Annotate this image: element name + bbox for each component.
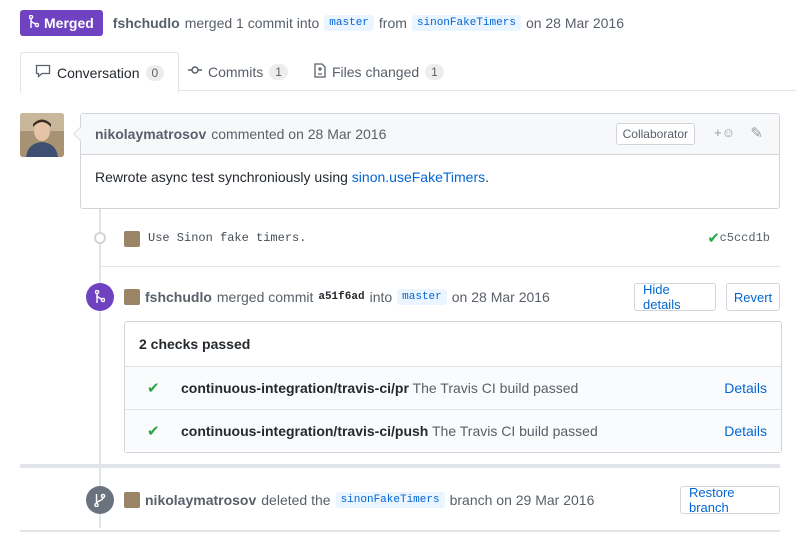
comment-text: Rewrote async test synchroniously using (95, 169, 352, 185)
merge-commit-sha[interactable]: a51f6ad (318, 291, 364, 303)
git-branch-icon (86, 486, 114, 514)
tab-label: Commits (208, 63, 264, 80)
avatar[interactable] (124, 231, 140, 247)
from-text: from (378, 15, 407, 31)
avatar[interactable] (124, 289, 140, 305)
check-description: The Travis CI build passed (412, 380, 579, 396)
pr-tabs: Conversation 0 Commits 1 Files changed 1 (0, 52, 796, 93)
merge-event: fshchudlo merged commit a51f6ad into mas… (124, 289, 550, 305)
tab-conversation[interactable]: Conversation 0 (20, 52, 180, 93)
check-details-link[interactable]: Details (724, 423, 767, 439)
timeline-line (99, 208, 101, 528)
git-merge-icon (28, 14, 40, 32)
commit-sha-link[interactable]: c5ccd1b (720, 231, 770, 245)
checks-summary: 2 checks passed (125, 322, 781, 367)
comment-text-end: . (485, 169, 489, 185)
tab-files-changed[interactable]: Files changed 1 (300, 52, 458, 91)
tab-counter: 0 (145, 64, 165, 81)
base-branch-label[interactable]: master (324, 15, 374, 31)
merge-branch-label[interactable]: master (397, 289, 447, 305)
comment-box: nikolaymatrosov commented on 28 Mar 2016… (73, 113, 780, 209)
deleted-branch-label: sinonFakeTimers (335, 492, 445, 508)
divider (20, 464, 780, 468)
merge-author-link[interactable]: fshchudlo (113, 15, 180, 31)
add-reaction-icon[interactable]: +☺ (714, 125, 735, 140)
check-icon: ✔ (147, 423, 160, 440)
commit-row: Use Sinon fake timers. ✔ c5ccd1b (86, 224, 776, 252)
delete-branch-event: nikolaymatrosov deleted the sinonFakeTim… (124, 492, 594, 508)
state-label: Merged (44, 15, 94, 31)
file-diff-icon (314, 62, 326, 81)
check-item: ✔ continuous-integration/travis-ci/pr Th… (125, 367, 781, 409)
check-context: continuous-integration/travis-ci/pr (181, 380, 409, 396)
head-branch-label[interactable]: sinonFakeTimers (411, 15, 521, 31)
merge-date: on 28 Mar 2016 (525, 15, 625, 31)
commit-dot-icon (94, 232, 106, 244)
comment-action-text: commented on 28 Mar 2016 (211, 126, 387, 142)
revert-button[interactable]: Revert (726, 283, 780, 311)
check-details-link[interactable]: Details (724, 380, 767, 396)
check-item: ✔ continuous-integration/travis-ci/push … (125, 409, 781, 452)
check-text: continuous-integration/travis-ci/pr The … (181, 380, 578, 396)
commit-message-link[interactable]: Use Sinon fake timers. (148, 231, 306, 245)
comment-body: Rewrote async test synchroniously using … (81, 155, 779, 199)
collaborator-label: Collaborator (615, 123, 695, 145)
check-icon: ✔ (707, 230, 720, 247)
git-merge-icon (86, 283, 114, 311)
tab-label: Conversation (57, 64, 140, 81)
divider (100, 266, 780, 267)
avatar[interactable] (124, 492, 140, 508)
delete-event-author[interactable]: nikolaymatrosov (145, 492, 256, 508)
pr-meta: fshchudlo merged 1 commit into master fr… (113, 15, 624, 31)
pr-header: Merged fshchudlo merged 1 commit into ma… (20, 10, 624, 36)
restore-branch-button[interactable]: Restore branch (680, 485, 780, 515)
comment-icon (35, 64, 51, 81)
pencil-icon[interactable]: ✎ (750, 124, 763, 142)
check-context: continuous-integration/travis-ci/push (181, 423, 429, 439)
delete-event-action: deleted the (261, 492, 331, 508)
merge-event-date: on 28 Mar 2016 (451, 289, 550, 305)
merge-event-into: into (369, 289, 393, 305)
hide-details-button[interactable]: Hide details (634, 282, 716, 312)
avatar[interactable] (20, 113, 64, 157)
comment-author-link[interactable]: nikolaymatrosov (95, 126, 206, 142)
tab-counter: 1 (269, 63, 288, 80)
delete-event-date: branch on 29 Mar 2016 (449, 492, 595, 508)
check-description: The Travis CI build passed (432, 423, 598, 439)
check-text: continuous-integration/travis-ci/push Th… (181, 423, 598, 439)
tab-label: Files changed (332, 63, 420, 80)
merge-event-action: merged commit (216, 289, 314, 305)
tab-counter: 1 (425, 63, 444, 80)
comment-link[interactable]: sinon.useFakeTimers (352, 169, 485, 185)
merge-action-text: merged 1 commit into (184, 15, 320, 31)
divider (20, 530, 780, 532)
tab-commits[interactable]: Commits 1 (174, 52, 302, 91)
check-icon: ✔ (147, 380, 160, 397)
merged-state-badge: Merged (20, 10, 103, 36)
comment-header: nikolaymatrosov commented on 28 Mar 2016… (81, 114, 779, 155)
checks-box: 2 checks passed ✔ continuous-integration… (124, 321, 782, 453)
merge-event-author[interactable]: fshchudlo (145, 289, 212, 305)
commit-icon (188, 63, 202, 80)
